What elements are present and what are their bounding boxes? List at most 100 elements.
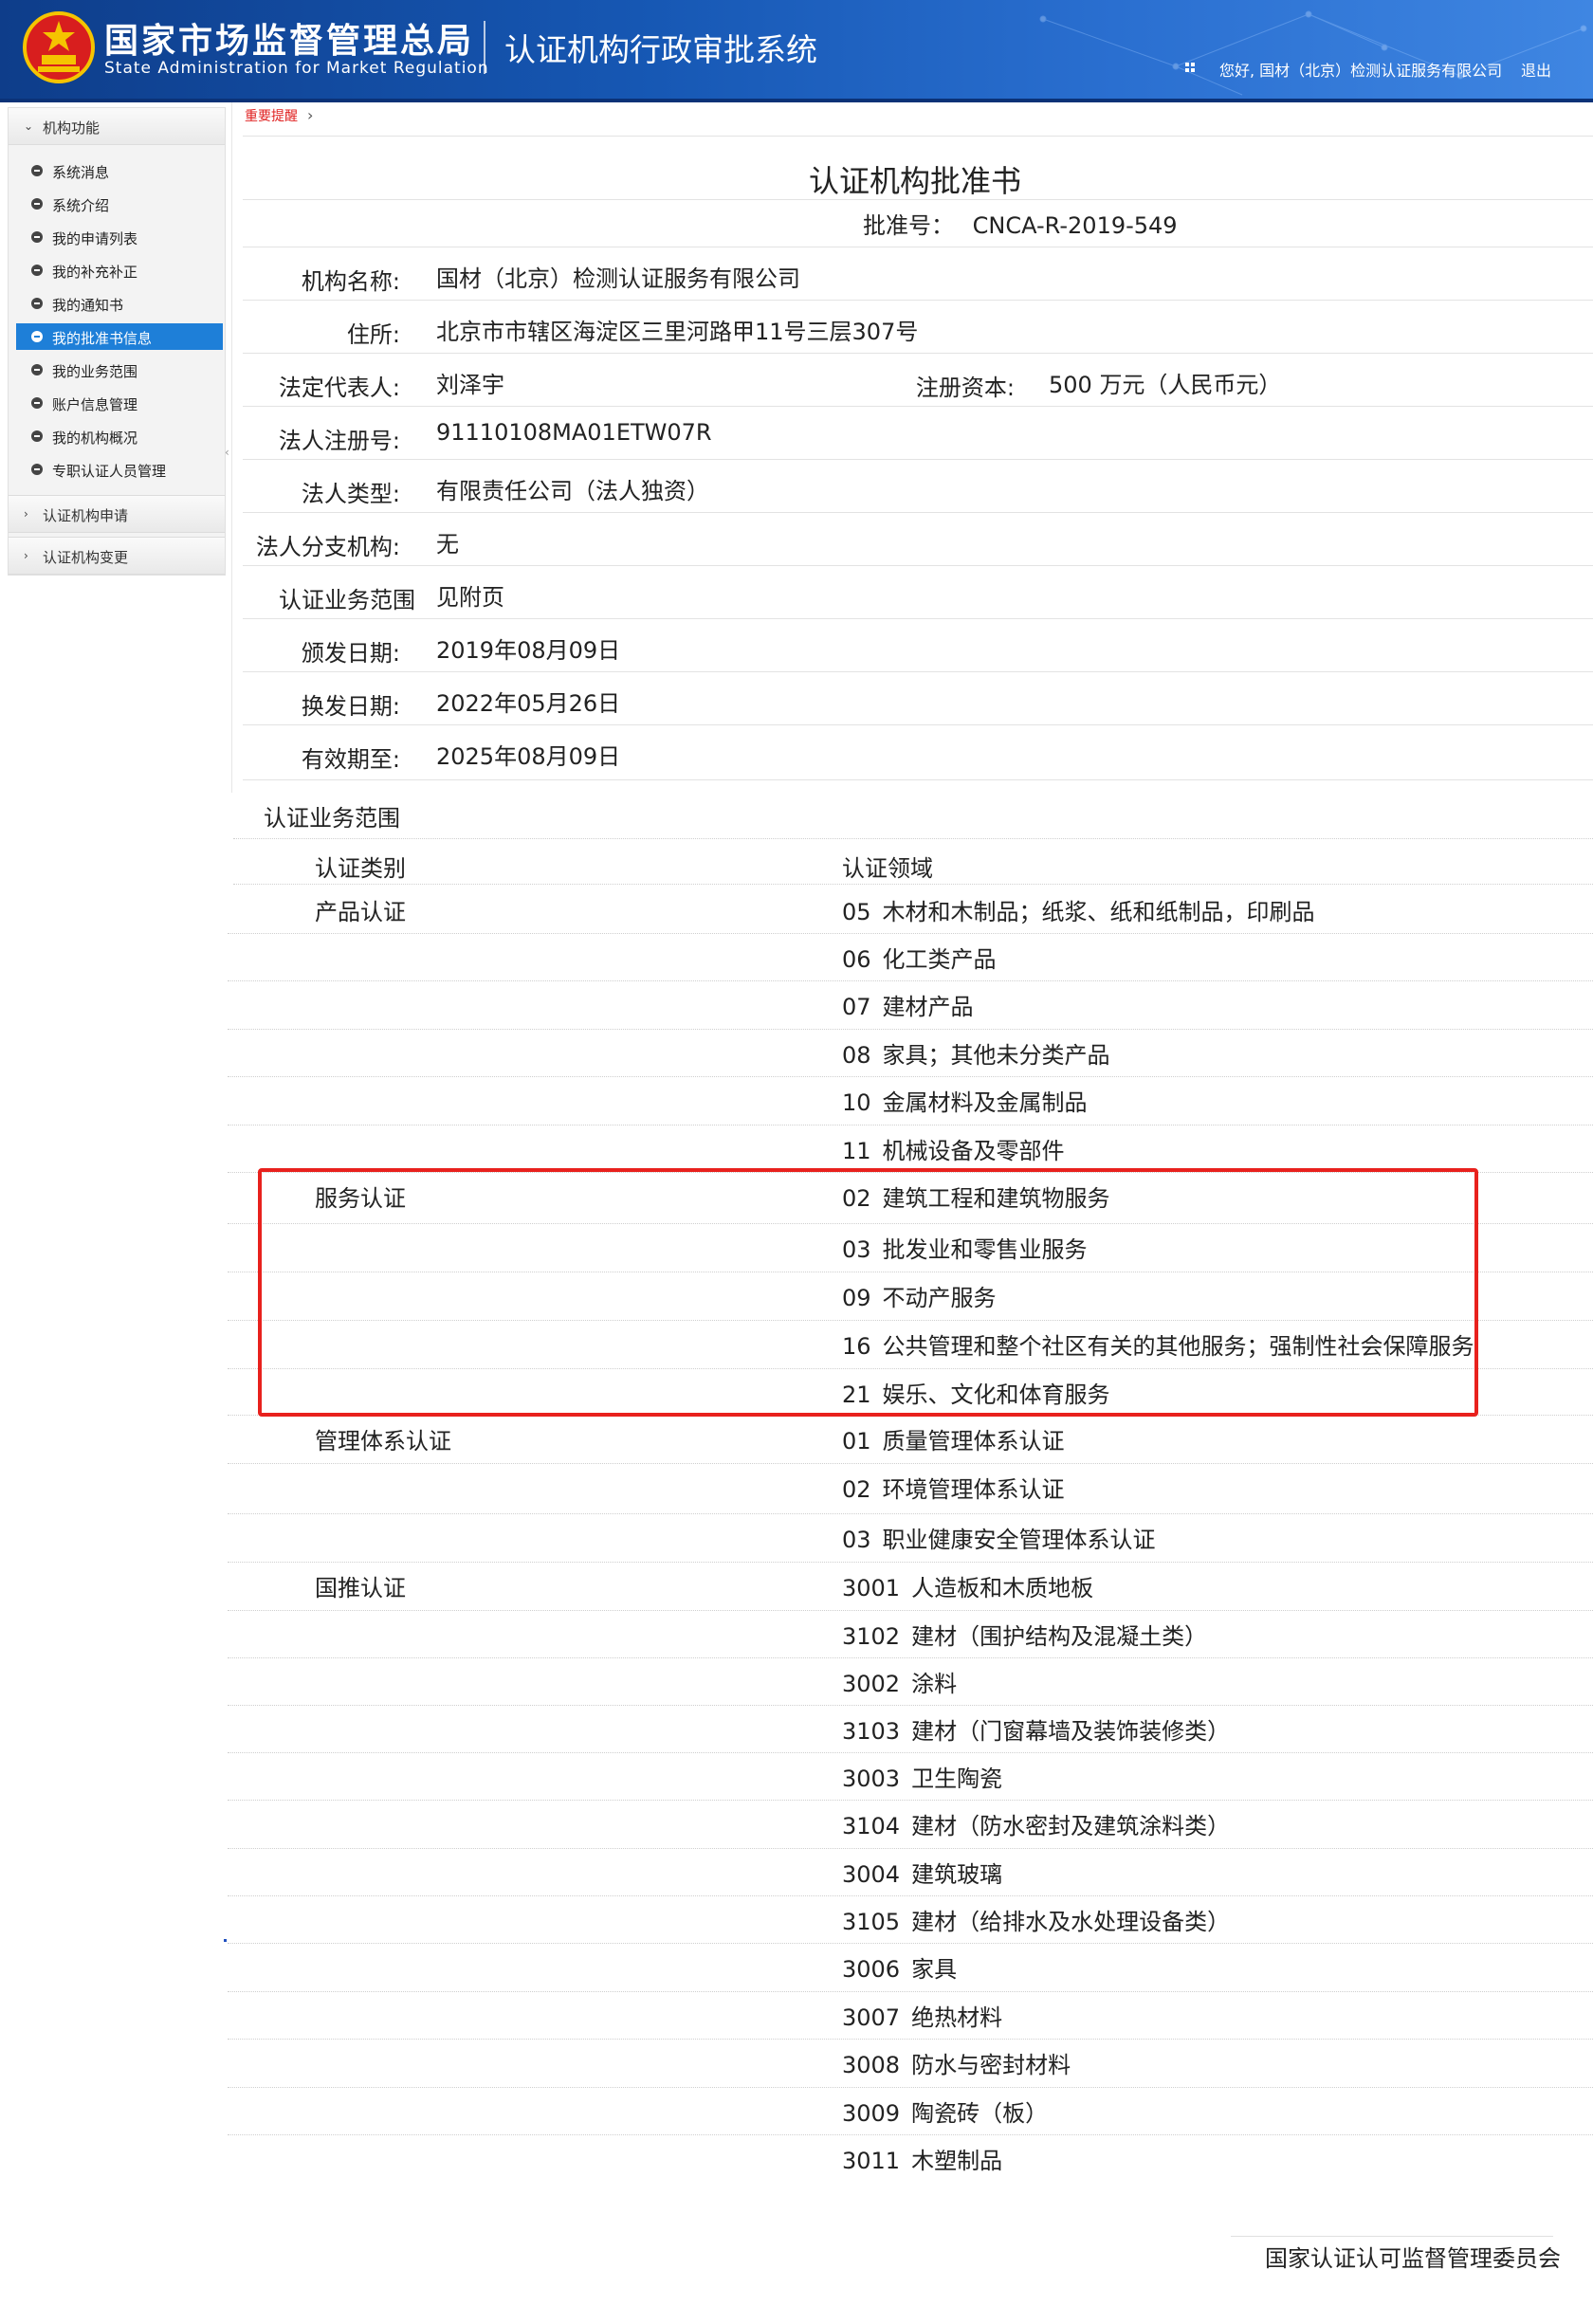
- minus-circle-icon: [31, 331, 43, 342]
- sidebar-item-approval-info[interactable]: 我的批准书信息: [16, 323, 223, 350]
- divider: [243, 779, 1593, 780]
- sidebar-section-change[interactable]: › 认证机构变更: [9, 537, 225, 575]
- sidebar-item-label: 我的补充补正: [52, 264, 138, 281]
- row-divider: [228, 1705, 1593, 1706]
- sidebar-item-label: 我的业务范围: [52, 363, 138, 380]
- scope-field-cell: 08 家具；其他未分类产品: [842, 1036, 1110, 1070]
- divider: [243, 565, 1593, 566]
- row-divider: [228, 1029, 1593, 1030]
- sidebar-collapse-icon[interactable]: ‹: [225, 446, 229, 459]
- scope-field-cell: 3104 建材（防水密封及建筑涂料类）: [842, 1807, 1230, 1840]
- scope-field-name: 木塑制品: [911, 2148, 1003, 2174]
- logout-link[interactable]: 退出: [1521, 58, 1551, 81]
- sidebar-item-supplements[interactable]: 我的补充补正: [16, 257, 223, 284]
- scope-field-cell: 3103 建材（门窗幕墙及装饰装修类）: [842, 1712, 1230, 1746]
- sidebar-item-label: 账户信息管理: [52, 396, 138, 413]
- chevron-down-icon: ⌄: [24, 119, 34, 133]
- issuer-signature: 国家认证认可监督管理委员会: [1265, 2245, 1561, 2272]
- sidebar-item-notices[interactable]: 我的通知书: [16, 290, 223, 317]
- scope-field-cell: 06 化工类产品: [842, 941, 997, 974]
- scope-field-code: 06: [842, 946, 871, 973]
- scope-field-code: 3007: [842, 2004, 901, 2031]
- row-divider: [228, 1513, 1593, 1514]
- scope-field-cell: 05 木材和木制品；纸浆、纸和纸制品，印刷品: [842, 893, 1315, 926]
- scope-field-cell: 3006 家具: [842, 1950, 957, 1984]
- divider: [233, 838, 1593, 839]
- user-greeting: 您好, 国材（北京）检测认证服务有限公司: [1219, 62, 1503, 80]
- sidebar-item-org-overview[interactable]: 我的机构概况: [16, 423, 223, 449]
- column-header-field: 认证领域: [842, 855, 933, 882]
- field-label-issue-date: 颁发日期:: [301, 640, 400, 667]
- divider: [243, 618, 1593, 619]
- field-value-branch: 无: [436, 531, 459, 558]
- top-header: 国家市场监督管理总局 State Administration for Mark…: [0, 0, 1593, 102]
- scope-field-cell: 3002 涂料: [842, 1665, 957, 1698]
- field-label-name: 机构名称:: [301, 268, 400, 295]
- scope-field-name: 家具；其他未分类产品: [882, 1042, 1110, 1069]
- divider: [243, 300, 1593, 301]
- scope-field-code: 3001: [842, 1575, 901, 1601]
- scope-field-code: 02: [842, 1476, 871, 1503]
- scope-field-name: 建材（门窗幕墙及装饰装修类）: [911, 1718, 1231, 1745]
- scope-field-code: 3002: [842, 1671, 901, 1697]
- field-label-expire-date: 有效期至:: [301, 746, 400, 773]
- field-value-issue-date: 2019年08月09日: [436, 637, 621, 664]
- scope-field-code: 11: [842, 1138, 871, 1164]
- sidebar-item-label: 我的通知书: [52, 297, 124, 314]
- sidebar-item-application-list[interactable]: 我的申请列表: [16, 224, 223, 250]
- sidebar-item-staff-management[interactable]: 专职认证人员管理: [16, 456, 223, 483]
- system-title: 认证机构行政审批系统: [504, 31, 817, 68]
- scope-field-name: 机械设备及零部件: [882, 1138, 1065, 1164]
- scope-field-name: 建材（给排水及水处理设备类）: [911, 1909, 1231, 1935]
- scope-field-name: 建材（防水密封及建筑涂料类）: [911, 1813, 1231, 1839]
- divider: [233, 884, 1593, 885]
- scope-field-code: 3003: [842, 1766, 901, 1792]
- scope-field-cell: 3011 木塑制品: [842, 2142, 1002, 2175]
- divider: [243, 512, 1593, 513]
- sidebar-section-functions[interactable]: ⌄ 机构功能: [9, 108, 225, 145]
- header-divider: [484, 21, 485, 74]
- sidebar-section-apply[interactable]: › 认证机构申请: [9, 495, 225, 533]
- scope-field-code: 3011: [842, 2148, 901, 2174]
- scope-field-code: 3105: [842, 1909, 901, 1935]
- field-value-name: 国材（北京）检测认证服务有限公司: [436, 265, 800, 292]
- scope-field-name: 化工类产品: [882, 946, 997, 973]
- chevron-right-icon: ›: [24, 507, 28, 521]
- sidebar-section-label: 认证机构申请: [43, 507, 129, 524]
- row-divider: [228, 2134, 1593, 2135]
- scope-field-cell: 3003 卫生陶瓷: [842, 1760, 1002, 1793]
- scope-category-cell: 管理体系认证: [315, 1428, 451, 1455]
- minus-circle-icon: [31, 298, 43, 309]
- sidebar-section-label: 认证机构变更: [43, 549, 129, 566]
- row-divider: [228, 1610, 1593, 1611]
- sidebar-item-account[interactable]: 账户信息管理: [16, 390, 223, 416]
- scope-field-name: 绝热材料: [911, 2004, 1003, 2031]
- chevron-right-icon: ›: [24, 549, 28, 562]
- org-name-en: State Administration for Market Regulati…: [104, 59, 489, 78]
- sidebar-item-business-scope[interactable]: 我的业务范围: [16, 357, 223, 383]
- sidebar-item-label: 我的批准书信息: [52, 330, 153, 347]
- scope-field-code: 3104: [842, 1813, 901, 1839]
- field-label-capital: 注册资本:: [915, 375, 1015, 401]
- row-divider: [228, 2087, 1593, 2088]
- chevron-right-icon: ›: [307, 106, 314, 124]
- scope-field-cell: 02 环境管理体系认证: [842, 1471, 1065, 1504]
- stray-mark: [224, 1939, 227, 1942]
- scope-field-cell: 11 机械设备及零部件: [842, 1132, 1065, 1165]
- scope-field-code: 10: [842, 1089, 871, 1116]
- scope-field-code: 3004: [842, 1861, 901, 1888]
- row-divider: [228, 1991, 1593, 1992]
- breadcrumb-label: 重要提醒: [245, 109, 298, 124]
- field-label-reg-no: 法人注册号:: [278, 428, 400, 454]
- highlight-box-service-certification: [258, 1168, 1478, 1417]
- scope-field-name: 人造板和木质地板: [911, 1575, 1094, 1601]
- field-label-branch: 法人分支机构:: [255, 534, 400, 560]
- footer-divider: [1231, 2236, 1553, 2237]
- scope-field-code: 3008: [842, 2052, 901, 2078]
- grid-icon: [1185, 63, 1195, 72]
- divider: [243, 671, 1593, 672]
- row-divider: [228, 1562, 1593, 1563]
- minus-circle-icon: [31, 231, 43, 243]
- row-divider: [228, 1800, 1593, 1801]
- breadcrumb[interactable]: 重要提醒 ›: [245, 106, 313, 125]
